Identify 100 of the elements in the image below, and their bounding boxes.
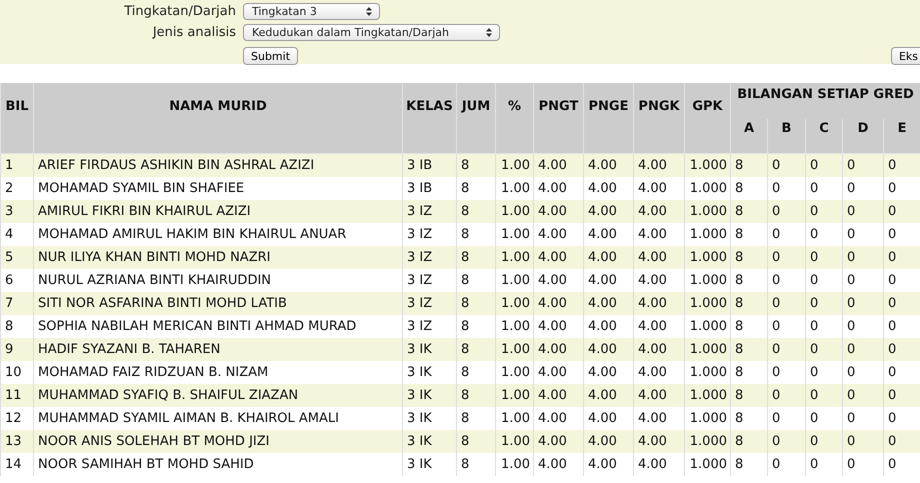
table-cell: 8 xyxy=(730,453,768,476)
table-cell: 4.00 xyxy=(584,384,634,407)
column-header: KELAS xyxy=(402,83,456,154)
table-cell: 5 xyxy=(0,246,34,269)
table-cell: 0 xyxy=(884,200,920,223)
table-cell: 0 xyxy=(806,338,842,361)
table-cell: 3 IK xyxy=(402,453,456,476)
table-cell: 0 xyxy=(806,407,842,430)
table-cell: 4.00 xyxy=(584,200,634,223)
table-cell: MUHAMMAD SYAMIL AIMAN B. KHAIROL AMALI xyxy=(34,407,402,430)
submit-button[interactable]: Submit xyxy=(243,47,298,65)
table-cell: 4.00 xyxy=(534,177,584,200)
table-cell: 1.000 xyxy=(684,338,730,361)
table-cell: 3 IK xyxy=(402,338,456,361)
table-cell: 8 xyxy=(730,315,768,338)
select-field[interactable]: Kedudukan dalam Tingkatan/Darjah xyxy=(243,24,500,41)
table-cell: 4.00 xyxy=(534,246,584,269)
table-cell: 1.00 xyxy=(496,177,534,200)
table-cell: 0 xyxy=(806,154,842,177)
table-cell: 8 xyxy=(730,338,768,361)
table-cell: 3 IZ xyxy=(402,292,456,315)
table-cell: 8 xyxy=(456,430,496,453)
table-cell: 4.00 xyxy=(634,246,684,269)
table-cell: 1.00 xyxy=(496,315,534,338)
table-cell: 4.00 xyxy=(584,453,634,476)
field-label: Jenis analisis xyxy=(151,25,237,40)
table-cell: 0 xyxy=(842,154,884,177)
table-cell: 4.00 xyxy=(584,154,634,177)
table-cell: 0 xyxy=(768,430,806,453)
table-cell: AMIRUL FIKRI BIN KHAIRUL AZIZI xyxy=(34,200,402,223)
table-cell: 8 xyxy=(456,177,496,200)
table-cell: 0 xyxy=(768,338,806,361)
table-cell: 1.000 xyxy=(684,200,730,223)
table-cell: 4.00 xyxy=(634,269,684,292)
table-cell: 1.00 xyxy=(496,338,534,361)
column-header: D xyxy=(842,119,884,154)
table-cell: 8 xyxy=(456,453,496,476)
table-cell: 1 xyxy=(0,154,34,177)
table-cell: 8 xyxy=(730,384,768,407)
column-header: C xyxy=(806,119,842,154)
table-cell: 0 xyxy=(884,315,920,338)
select-field[interactable]: Tingkatan 3 xyxy=(243,3,380,20)
table-cell: 6 xyxy=(0,269,34,292)
table-cell: 0 xyxy=(842,223,884,246)
table-cell: 4.00 xyxy=(584,430,634,453)
export-button[interactable]: Eks xyxy=(890,47,920,65)
table-cell: 0 xyxy=(842,315,884,338)
table-cell: 1.00 xyxy=(496,407,534,430)
field-label: Tingkatan/Darjah xyxy=(123,4,237,19)
table-cell: 1.00 xyxy=(496,292,534,315)
table-cell: 0 xyxy=(842,338,884,361)
table-cell: 1.00 xyxy=(496,361,534,384)
table-cell: 0 xyxy=(842,430,884,453)
table-cell: 4.00 xyxy=(534,407,584,430)
table-cell: 3 IZ xyxy=(402,246,456,269)
table-cell: 0 xyxy=(842,246,884,269)
table-cell: 0 xyxy=(768,407,806,430)
table-cell: 1.000 xyxy=(684,292,730,315)
table-cell: 0 xyxy=(768,246,806,269)
table-cell: 8 xyxy=(0,315,34,338)
column-header: NAMA MURID xyxy=(34,83,402,154)
table-cell: 1.00 xyxy=(496,154,534,177)
column-group-header: BILANGAN SETIAP GRED xyxy=(730,83,920,120)
table-cell: 0 xyxy=(842,177,884,200)
column-header: JUM xyxy=(456,83,496,154)
table-cell: 0 xyxy=(884,430,920,453)
table-cell: 3 IB xyxy=(402,154,456,177)
table-cell: SOPHIA NABILAH MERICAN BINTI AHMAD MURAD xyxy=(34,315,402,338)
table-cell: 8 xyxy=(730,269,768,292)
table-cell: 4.00 xyxy=(534,223,584,246)
column-header: PNGK xyxy=(634,83,684,154)
table-cell: 4.00 xyxy=(534,292,584,315)
table-cell: 1.000 xyxy=(684,269,730,292)
table-cell: 0 xyxy=(768,315,806,338)
table-cell: 4.00 xyxy=(584,292,634,315)
table-cell: 0 xyxy=(806,200,842,223)
table-cell: 0 xyxy=(884,407,920,430)
table-cell: 0 xyxy=(768,177,806,200)
table-cell: 10 xyxy=(0,361,34,384)
table-cell: 4.00 xyxy=(634,223,684,246)
table-cell: 1.00 xyxy=(496,269,534,292)
table-cell: 0 xyxy=(806,361,842,384)
column-header: % xyxy=(496,83,534,154)
table-cell: 1.000 xyxy=(684,407,730,430)
table-cell: 8 xyxy=(456,361,496,384)
table-cell: ARIEF FIRDAUS ASHIKIN BIN ASHRAL AZIZI xyxy=(34,154,402,177)
table-cell: 0 xyxy=(884,453,920,476)
table-cell: 8 xyxy=(730,200,768,223)
table-cell: 1.00 xyxy=(496,200,534,223)
table-cell: 0 xyxy=(768,453,806,476)
table-cell: 1.000 xyxy=(684,154,730,177)
table-cell: 0 xyxy=(842,361,884,384)
table-cell: 1.00 xyxy=(496,384,534,407)
table-cell: 4.00 xyxy=(534,361,584,384)
table-cell: 0 xyxy=(768,200,806,223)
table-cell: 8 xyxy=(456,338,496,361)
table-cell: 0 xyxy=(884,338,920,361)
table-cell: 12 xyxy=(0,407,34,430)
table-cell: 3 IB xyxy=(402,177,456,200)
table-cell: 4.00 xyxy=(534,384,584,407)
